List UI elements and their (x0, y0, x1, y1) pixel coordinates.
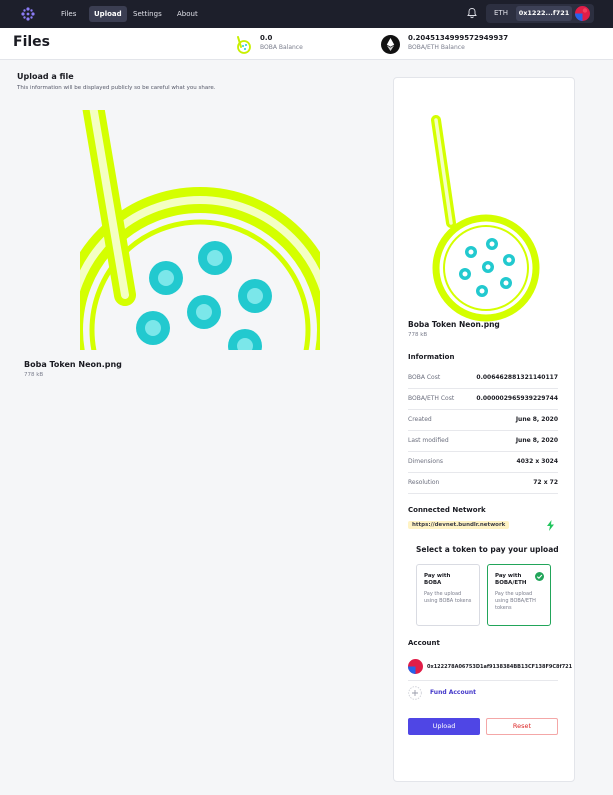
account-address: 0x122278A06753D1af9138384BB13CF138F9C8f7… (427, 664, 573, 670)
info-key: BOBA/ETH Cost (408, 395, 455, 402)
info-key: Last modified (408, 437, 449, 444)
info-key: Resolution (408, 479, 440, 486)
app-logo-icon[interactable] (20, 6, 36, 22)
pay-option-description: Pay the upload using BOBA/ETH tokens (495, 591, 536, 611)
page-header: Files 0.0 BOBA Balance 0.204513499957294… (0, 28, 613, 60)
info-value: 0.006462881321140117 (476, 374, 558, 381)
currency-label: ETH (494, 9, 508, 17)
info-row-boba-eth-cost: BOBA/ETH Cost 0.000002965939229744 (408, 388, 558, 410)
check-circle-icon (535, 572, 544, 581)
nav-tab-settings[interactable]: Settings (128, 6, 167, 22)
fund-account-row[interactable]: Fund Account (408, 684, 558, 704)
pay-option-description: Pay the upload using BOBA tokens (424, 591, 472, 604)
upload-heading: Upload a file (17, 72, 74, 81)
info-value: June 8, 2020 (515, 437, 558, 444)
info-value: 72 x 72 (533, 479, 558, 486)
top-navigation-bar: Files Upload Settings About ETH 0x1222..… (0, 0, 613, 28)
wallet-avatar (575, 6, 590, 21)
upload-subtext: This information will be displayed publi… (17, 85, 216, 91)
account-row: 0x122278A06753D1af9138384BB13CF138F9C8f7… (408, 658, 572, 681)
page-title: Files (13, 34, 50, 50)
upload-file-size: 778 kB (24, 372, 44, 378)
nav-tab-upload[interactable]: Upload (89, 6, 127, 22)
wallet-address[interactable]: 0x1222...f721 (516, 6, 572, 21)
uploaded-image-preview[interactable] (80, 110, 320, 350)
fund-account-link[interactable]: Fund Account (430, 689, 476, 696)
info-key: Dimensions (408, 458, 444, 465)
reset-button[interactable]: Reset (486, 718, 558, 735)
nav-tab-about[interactable]: About (172, 6, 203, 22)
info-value: 0.000002965939229744 (476, 395, 558, 402)
info-row-resolution: Resolution 72 x 72 (408, 472, 558, 494)
boba-eth-balance-label: BOBA/ETH Balance (408, 44, 465, 51)
info-value: 4032 x 3024 (516, 458, 558, 465)
account-heading: Account (408, 639, 440, 647)
info-row-dimensions: Dimensions 4032 x 3024 (408, 451, 558, 473)
info-key: Created (408, 416, 432, 423)
information-heading: Information (408, 353, 455, 361)
account-avatar (408, 659, 423, 674)
info-row-created: Created June 8, 2020 (408, 409, 558, 431)
boba-balance-value: 0.0 (260, 34, 273, 42)
pay-option-title: Pay with BOBA (424, 573, 451, 586)
boba-token-icon (237, 36, 251, 54)
connected-network-heading: Connected Network (408, 506, 486, 514)
pay-option-boba-eth[interactable]: Pay with BOBA/ETH Pay the upload using B… (487, 564, 551, 626)
file-details-panel: Boba Token Neon.png 778 kB Information B… (393, 77, 575, 782)
details-file-name: Boba Token Neon.png (408, 320, 500, 329)
file-thumbnail (431, 115, 540, 322)
info-key: BOBA Cost (408, 374, 441, 381)
plus-icon[interactable] (408, 686, 422, 700)
info-row-boba-cost: BOBA Cost 0.006462881321140117 (408, 367, 558, 389)
nav-tab-files[interactable]: Files (56, 6, 81, 22)
info-value: June 8, 2020 (515, 416, 558, 423)
info-row-last-modified: Last modified June 8, 2020 (408, 430, 558, 452)
details-file-size: 778 kB (408, 332, 428, 338)
lightning-icon (547, 520, 554, 531)
boba-balance-label: BOBA Balance (260, 44, 303, 51)
network-url: https://devnet.bundlr.network (408, 521, 510, 529)
pay-token-heading: Select a token to pay your upload (416, 545, 559, 554)
boba-eth-balance-value: 0.2045134999572949937 (408, 34, 509, 42)
pay-option-title: Pay with BOBA/ETH (495, 573, 527, 586)
bell-icon[interactable] (466, 7, 478, 19)
upload-file-name: Boba Token Neon.png (24, 360, 122, 369)
upload-button[interactable]: Upload (408, 718, 480, 735)
pay-option-boba[interactable]: Pay with BOBA Pay the upload using BOBA … (416, 564, 480, 626)
ethereum-icon (381, 35, 400, 54)
wallet-widget[interactable]: ETH 0x1222...f721 (486, 4, 594, 23)
